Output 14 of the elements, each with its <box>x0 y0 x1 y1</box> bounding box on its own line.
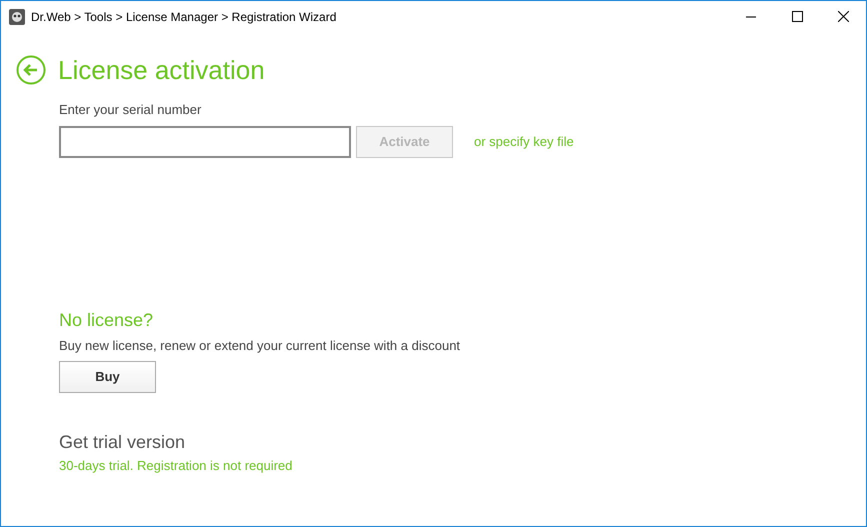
no-license-heading: No license? <box>59 308 154 332</box>
no-license-text: Buy new license, renew or extend your current license with a discount <box>59 336 460 355</box>
page-title: License activation <box>58 54 265 86</box>
key-file-link[interactable]: or specify key file <box>474 132 574 152</box>
serial-label: Enter your serial number <box>59 101 202 119</box>
buy-button[interactable]: Buy <box>59 361 156 393</box>
app-logo-icon <box>9 8 25 24</box>
maximize-icon <box>792 11 802 22</box>
serial-number-field[interactable] <box>59 126 351 158</box>
trial-link[interactable]: 30-days trial. Registration is not required <box>59 456 292 476</box>
close-icon <box>838 11 848 22</box>
trial-heading: Get trial version <box>59 431 186 454</box>
back-button[interactable] <box>16 55 46 85</box>
window-title: Dr.Web > Tools > License Manager > Registration Wizard <box>31 8 336 26</box>
